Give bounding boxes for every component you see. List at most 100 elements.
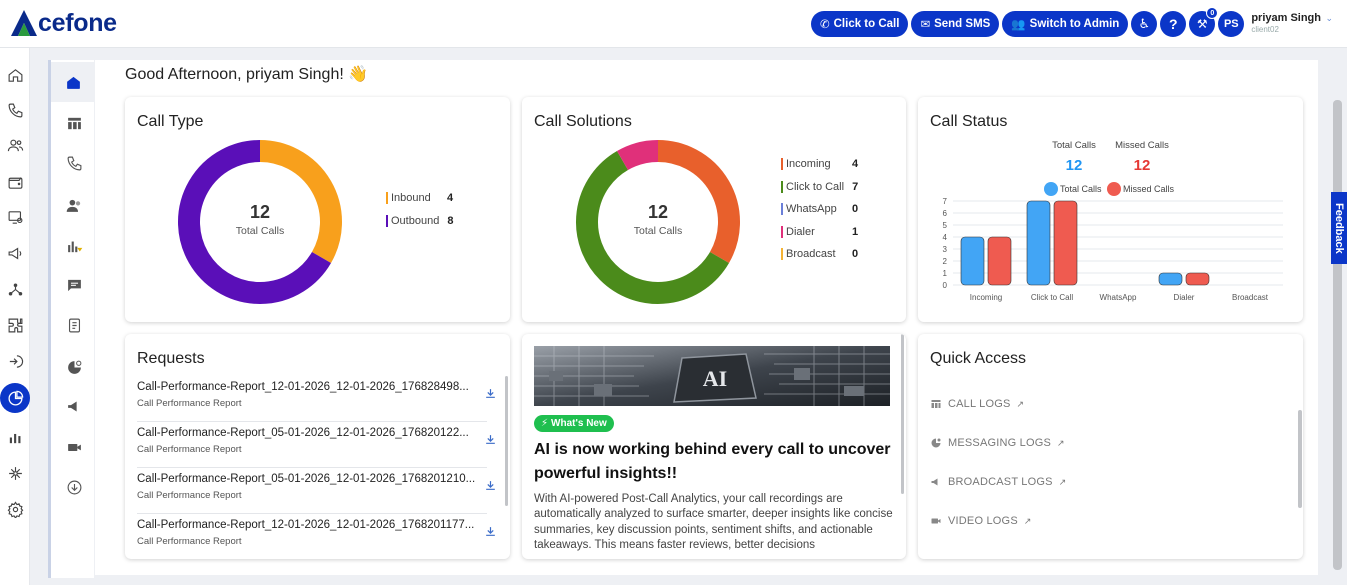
whatsapp-analytics-icon[interactable] — [60, 353, 88, 381]
download-circle-icon[interactable] — [60, 473, 88, 501]
external-link-icon: ↗ — [1016, 398, 1025, 409]
missed-calls-value: 12 — [1133, 157, 1151, 174]
call-solutions-slice-dialer[interactable] — [617, 140, 659, 171]
legend-total: Total Calls — [1044, 182, 1102, 196]
puzzle-icon[interactable] — [4, 314, 26, 336]
call-status-card: Call Status Total Calls Missed Calls 12 … — [918, 97, 1303, 322]
call-type-card: Call Type 12 Total Calls Inbound 4 Outboun… — [125, 97, 510, 322]
reports-premium-icon[interactable] — [60, 232, 88, 260]
monitor-settings-icon[interactable] — [4, 206, 26, 228]
switch-to-admin-label: Switch to Admin — [1029, 18, 1120, 30]
ai-chip-label: AI — [703, 366, 727, 391]
phone-icon: ✆ — [819, 19, 830, 31]
send-sms-button[interactable]: ✉ Send SMS — [911, 11, 1000, 37]
x-tick-label: Incoming — [970, 293, 1002, 302]
call-type-total: 12 — [249, 202, 271, 222]
legend-swatch — [386, 192, 388, 205]
table-icon[interactable] — [60, 109, 88, 137]
call-solutions-card: Call Solutions 12 Total Calls Incoming 4 C… — [522, 97, 906, 322]
user-name: priyam Singh — [1251, 12, 1321, 24]
call-type-legend: Inbound 4 Outbound 8 — [386, 187, 453, 232]
quick-access-scrollbar[interactable] — [1298, 410, 1302, 508]
call-type-legend-item[interactable]: Outbound 8 — [386, 210, 453, 233]
call-solutions-legend-item[interactable]: Dialer 1 — [781, 221, 858, 244]
bar-chart-icon[interactable] — [4, 426, 26, 448]
request-type: Call Performance Report — [137, 490, 242, 501]
bar-total-calls-click-to-call[interactable] — [1026, 200, 1051, 286]
call-solutions-legend-item[interactable]: Click to Call 7 — [781, 176, 858, 199]
feedback-tab[interactable]: Feedback — [1331, 192, 1347, 264]
agents-icon[interactable] — [60, 191, 88, 219]
call-solutions-total-label: Total Calls — [633, 225, 683, 237]
requests-scrollbar[interactable] — [505, 376, 508, 506]
legend-swatch — [386, 214, 388, 227]
download-icon[interactable] — [484, 525, 497, 541]
news-scrollbar[interactable] — [901, 334, 904, 494]
users-icon: 👥 — [1011, 19, 1026, 31]
contacts-icon[interactable] — [4, 134, 26, 156]
bar-missed-calls-click-to-call[interactable] — [1053, 200, 1078, 286]
bar-missed-calls-dialer[interactable] — [1185, 272, 1210, 286]
broadcast-icon[interactable] — [60, 392, 88, 420]
quick-access-video-logs[interactable]: VIDEO LOGS ↗ — [930, 515, 1032, 527]
quick-access-call-logs[interactable]: CALL LOGS ↗ — [930, 398, 1024, 410]
news-body: With AI-powered Post-Call Analytics, you… — [534, 493, 893, 552]
call-solutions-legend: Incoming 4 Click to Call 7 WhatsApp 0 Dialer 1 B… — [781, 153, 858, 266]
avatar[interactable]: PS — [1218, 11, 1245, 37]
download-icon[interactable] — [484, 387, 497, 403]
messaging-logs-label: MESSAGING LOGS — [948, 437, 1052, 449]
messages-icon[interactable] — [60, 271, 88, 299]
click-to-call-button[interactable]: ✆ Click to Call — [810, 11, 909, 37]
user-menu[interactable]: priyam Singh client02 ⌄ — [1251, 13, 1333, 35]
request-type: Call Performance Report — [137, 444, 242, 455]
whats-new-badge: ⚡ What's New — [534, 415, 614, 432]
main-rail — [0, 48, 30, 585]
sms-report-icon[interactable] — [60, 311, 88, 339]
request-name: Call-Performance-Report_12-01-2026_12-01… — [137, 519, 475, 531]
request-divider — [137, 421, 487, 422]
page-scrollbar[interactable] — [1333, 100, 1342, 570]
home-icon[interactable] — [4, 64, 26, 86]
call-routing-icon[interactable] — [4, 350, 26, 372]
download-icon[interactable] — [484, 479, 497, 495]
call-solutions-legend-item[interactable]: WhatsApp 0 — [781, 198, 858, 221]
bar-total-calls-incoming[interactable] — [960, 236, 985, 286]
dashboard-home-icon[interactable] — [51, 62, 95, 102]
megaphone-icon[interactable] — [4, 242, 26, 264]
legend-swatch — [781, 225, 783, 238]
hub-icon[interactable] — [4, 278, 26, 300]
news-headline: AI is now working behind every call to u… — [534, 441, 891, 482]
switch-to-admin-button[interactable]: 👥 Switch to Admin — [1002, 11, 1129, 37]
x-tick-label: Dialer — [1174, 293, 1195, 302]
acefone-logo-mark — [11, 10, 37, 36]
gear-icon[interactable] — [4, 498, 26, 520]
accessibility-icon: ♿ — [1138, 16, 1151, 31]
call-solutions-legend-item[interactable]: Incoming 4 — [781, 153, 858, 176]
wallet-icon[interactable] — [4, 171, 26, 193]
phone-icon[interactable] — [4, 99, 26, 121]
call-solutions-legend-item[interactable]: Broadcast 0 — [781, 243, 858, 266]
acefone-logo-text: cefone — [38, 8, 117, 37]
envelope-icon: ✉ — [920, 19, 931, 31]
video-icon[interactable] — [60, 433, 88, 461]
acefone-logo[interactable]: cefone — [10, 8, 117, 38]
quick-access-broadcast-logs[interactable]: BROADCAST LOGS ↗ — [930, 476, 1066, 488]
analytics-pie-icon[interactable] — [0, 383, 30, 413]
network-icon[interactable] — [4, 462, 26, 484]
integrations-button[interactable]: ⚒ 0 — [1189, 7, 1219, 37]
quick-access-card: Quick Access CALL LOGS ↗ MESSAGING LOGS … — [918, 334, 1303, 559]
help-button[interactable]: ? — [1160, 11, 1187, 37]
call-logs-label: CALL LOGS — [948, 398, 1011, 410]
download-icon[interactable] — [484, 433, 497, 449]
y-tick-label: 6 — [943, 209, 948, 218]
bar-missed-calls-incoming[interactable] — [987, 236, 1012, 286]
lightning-icon: ⚡ — [541, 418, 549, 429]
notification-badge: 0 — [1206, 7, 1219, 19]
call-type-legend-item[interactable]: Inbound 4 — [386, 187, 453, 210]
y-tick-label: 1 — [943, 269, 948, 278]
call-type-center: 12 Total Calls — [210, 202, 310, 237]
accessibility-button[interactable]: ♿ — [1131, 11, 1158, 37]
quick-access-messaging-logs[interactable]: MESSAGING LOGS ↗ — [930, 437, 1065, 449]
bar-total-calls-dialer[interactable] — [1158, 272, 1183, 286]
call-analytics-icon[interactable] — [60, 149, 88, 177]
